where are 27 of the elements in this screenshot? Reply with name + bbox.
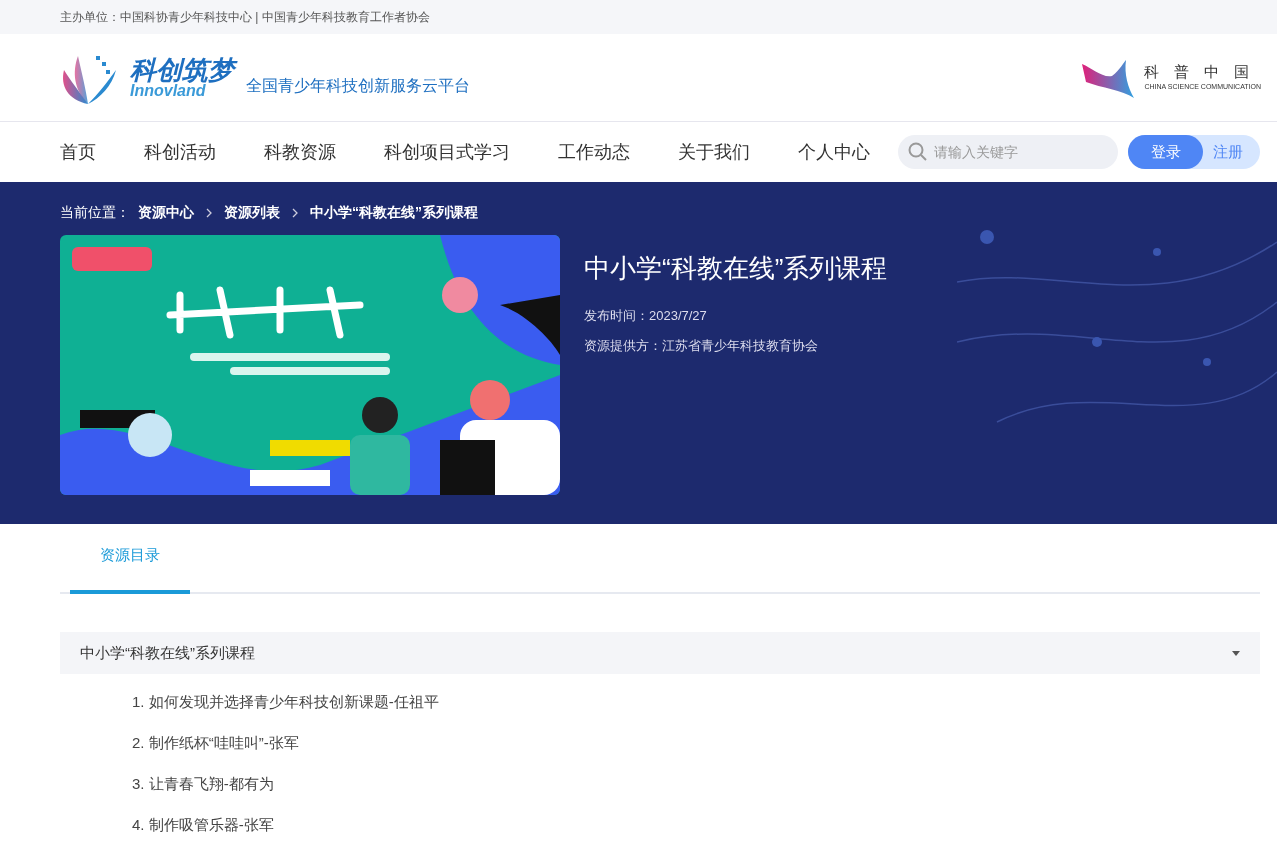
- chevron-icon: [206, 207, 212, 218]
- publish-date: 发布时间：2023/7/27: [584, 307, 708, 325]
- nav-link[interactable]: 科教资源: [264, 138, 336, 166]
- chevron-icon: [292, 207, 298, 218]
- breadcrumb-label: 当前位置：: [60, 203, 130, 222]
- search-field[interactable]: 请输入关键字: [898, 135, 1118, 169]
- breadcrumb-current[interactable]: 中小学“科教在线”系列课程: [310, 202, 478, 223]
- lesson-link[interactable]: 1. 如何发现并选择青少年科技创新课题-任祖平: [132, 682, 1260, 723]
- sponsor-text: 主办单位：中国科协青少年科技中心 | 中国青少年科技教育工作者协会: [60, 9, 430, 26]
- lesson-link[interactable]: 3. 让青春飞翔-都有为: [132, 764, 1260, 805]
- nav-link[interactable]: 首页: [60, 138, 96, 166]
- nav-link[interactable]: 关于我们: [678, 138, 750, 166]
- partner-title: 科 普 中 国: [1144, 62, 1251, 82]
- breadcrumb-link[interactable]: 资源列表: [224, 202, 280, 223]
- nav-link[interactable]: 科创活动: [144, 138, 216, 166]
- resource-provider: 资源提供方：江苏省青少年科技教育协会: [584, 336, 819, 355]
- catalog-title: 中小学“科教在线”系列课程: [80, 642, 255, 663]
- lesson-link[interactable]: 2. 制作纸杯“哇哇叫”-张军: [132, 723, 1260, 764]
- breadcrumb-link[interactable]: 资源中心: [138, 202, 194, 223]
- resource-title: 中小学“科教在线”系列课程: [584, 252, 888, 285]
- lesson-link[interactable]: 4. 制作吸管乐器-张军: [132, 805, 1260, 846]
- caret-icon[interactable]: [1232, 650, 1240, 656]
- nav-link[interactable]: 个人中心: [798, 138, 870, 166]
- search-icon: [908, 142, 928, 162]
- slogan-text: 全国青少年科技创新服务云平台: [246, 75, 470, 96]
- nav-link[interactable]: 工作动态: [558, 138, 630, 166]
- nav-link[interactable]: 科创项目式学习: [384, 138, 510, 166]
